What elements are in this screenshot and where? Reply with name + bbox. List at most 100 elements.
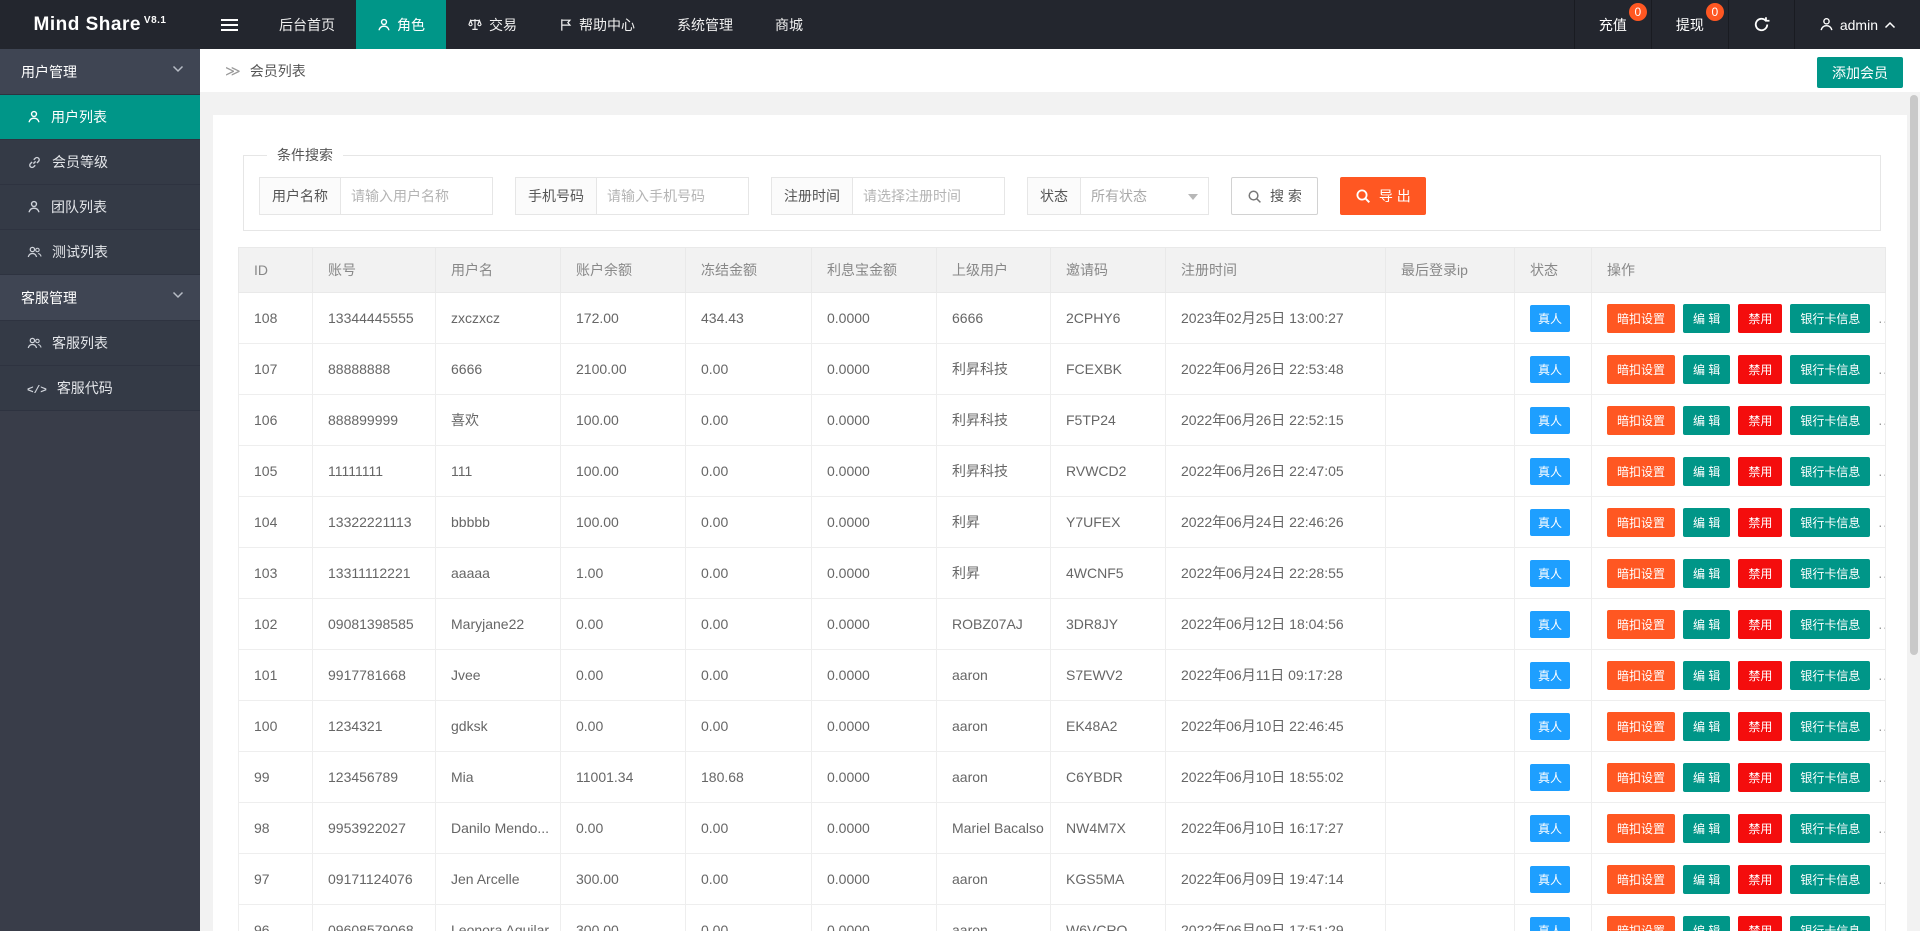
- status-badge[interactable]: 真人: [1530, 407, 1570, 434]
- status-badge[interactable]: 真人: [1530, 917, 1570, 931]
- sidebar-group-用户管理[interactable]: 用户管理: [0, 49, 200, 95]
- hidden-deduction-settings-button[interactable]: 暗扣设置: [1607, 610, 1675, 639]
- edit-button[interactable]: 编 辑: [1683, 661, 1730, 690]
- nav-item-商城[interactable]: 商城: [754, 0, 824, 49]
- more-actions[interactable]: ...: [1878, 616, 1885, 632]
- disable-button[interactable]: 禁用: [1738, 559, 1782, 588]
- disable-button[interactable]: 禁用: [1738, 304, 1782, 333]
- hidden-deduction-settings-button[interactable]: 暗扣设置: [1607, 355, 1675, 384]
- more-actions[interactable]: ...: [1878, 463, 1885, 479]
- bank-card-info-button[interactable]: 银行卡信息: [1790, 406, 1870, 435]
- hidden-deduction-settings-button[interactable]: 暗扣设置: [1607, 304, 1675, 333]
- search-field-input-1[interactable]: [597, 177, 749, 215]
- hidden-deduction-settings-button[interactable]: 暗扣设置: [1607, 865, 1675, 894]
- status-select[interactable]: 所有状态: [1081, 177, 1209, 215]
- status-badge[interactable]: 真人: [1530, 764, 1570, 791]
- more-actions[interactable]: ...: [1878, 718, 1885, 734]
- status-badge[interactable]: 真人: [1530, 866, 1570, 893]
- edit-button[interactable]: 编 辑: [1683, 457, 1730, 486]
- edit-button[interactable]: 编 辑: [1683, 304, 1730, 333]
- hidden-deduction-settings-button[interactable]: 暗扣设置: [1607, 916, 1675, 931]
- disable-button[interactable]: 禁用: [1738, 661, 1782, 690]
- edit-button[interactable]: 编 辑: [1683, 610, 1730, 639]
- nav-item-角色[interactable]: 角色: [356, 0, 446, 49]
- bank-card-info-button[interactable]: 银行卡信息: [1790, 355, 1870, 384]
- disable-button[interactable]: 禁用: [1738, 814, 1782, 843]
- more-actions[interactable]: ...: [1878, 820, 1885, 836]
- edit-button[interactable]: 编 辑: [1683, 916, 1730, 931]
- edit-button[interactable]: 编 辑: [1683, 559, 1730, 588]
- disable-button[interactable]: 禁用: [1738, 763, 1782, 792]
- bank-card-info-button[interactable]: 银行卡信息: [1790, 865, 1870, 894]
- hidden-deduction-settings-button[interactable]: 暗扣设置: [1607, 457, 1675, 486]
- bank-card-info-button[interactable]: 银行卡信息: [1790, 508, 1870, 537]
- sidebar-item-会员等级[interactable]: 会员等级: [0, 140, 200, 185]
- sidebar-item-客服列表[interactable]: 客服列表: [0, 321, 200, 366]
- hidden-deduction-settings-button[interactable]: 暗扣设置: [1607, 406, 1675, 435]
- hidden-deduction-settings-button[interactable]: 暗扣设置: [1607, 814, 1675, 843]
- edit-button[interactable]: 编 辑: [1683, 865, 1730, 894]
- edit-button[interactable]: 编 辑: [1683, 508, 1730, 537]
- status-badge[interactable]: 真人: [1530, 305, 1570, 332]
- search-field-input-0[interactable]: [341, 177, 493, 215]
- bank-card-info-button[interactable]: 银行卡信息: [1790, 763, 1870, 792]
- nav-item-系统管理[interactable]: 系统管理: [656, 0, 754, 49]
- sidebar-item-团队列表[interactable]: 团队列表: [0, 185, 200, 230]
- sidebar-item-用户列表[interactable]: 用户列表: [0, 95, 200, 140]
- more-actions[interactable]: ...: [1878, 412, 1885, 428]
- more-actions[interactable]: ...: [1878, 361, 1885, 377]
- export-button[interactable]: 导 出: [1340, 177, 1426, 215]
- vertical-scrollbar[interactable]: [1910, 95, 1918, 655]
- edit-button[interactable]: 编 辑: [1683, 763, 1730, 792]
- status-badge[interactable]: 真人: [1530, 458, 1570, 485]
- edit-button[interactable]: 编 辑: [1683, 406, 1730, 435]
- hidden-deduction-settings-button[interactable]: 暗扣设置: [1607, 661, 1675, 690]
- disable-button[interactable]: 禁用: [1738, 865, 1782, 894]
- edit-button[interactable]: 编 辑: [1683, 814, 1730, 843]
- bank-card-info-button[interactable]: 银行卡信息: [1790, 814, 1870, 843]
- bank-card-info-button[interactable]: 银行卡信息: [1790, 559, 1870, 588]
- sidebar-item-测试列表[interactable]: 测试列表: [0, 230, 200, 275]
- nav-item-交易[interactable]: 交易: [446, 0, 538, 49]
- disable-button[interactable]: 禁用: [1738, 406, 1782, 435]
- search-button[interactable]: 搜 索: [1231, 177, 1318, 215]
- sidebar-item-客服代码[interactable]: </>客服代码: [0, 366, 200, 411]
- edit-button[interactable]: 编 辑: [1683, 355, 1730, 384]
- status-badge[interactable]: 真人: [1530, 509, 1570, 536]
- status-badge[interactable]: 真人: [1530, 662, 1570, 689]
- disable-button[interactable]: 禁用: [1738, 355, 1782, 384]
- more-actions[interactable]: ...: [1878, 514, 1885, 530]
- bank-card-info-button[interactable]: 银行卡信息: [1790, 457, 1870, 486]
- bank-card-info-button[interactable]: 银行卡信息: [1790, 661, 1870, 690]
- hidden-deduction-settings-button[interactable]: 暗扣设置: [1607, 508, 1675, 537]
- user-menu[interactable]: admin: [1794, 0, 1920, 49]
- status-badge[interactable]: 真人: [1530, 356, 1570, 383]
- hidden-deduction-settings-button[interactable]: 暗扣设置: [1607, 559, 1675, 588]
- bank-card-info-button[interactable]: 银行卡信息: [1790, 916, 1870, 931]
- status-badge[interactable]: 真人: [1530, 611, 1570, 638]
- add-member-button[interactable]: 添加会员: [1817, 57, 1903, 88]
- more-actions[interactable]: ...: [1878, 871, 1885, 887]
- nav-item-帮助中心[interactable]: 帮助中心: [538, 0, 656, 49]
- hidden-deduction-settings-button[interactable]: 暗扣设置: [1607, 712, 1675, 741]
- more-actions[interactable]: ...: [1878, 922, 1885, 931]
- status-badge[interactable]: 真人: [1530, 560, 1570, 587]
- disable-button[interactable]: 禁用: [1738, 457, 1782, 486]
- more-actions[interactable]: ...: [1878, 565, 1885, 581]
- disable-button[interactable]: 禁用: [1738, 610, 1782, 639]
- more-actions[interactable]: ...: [1878, 667, 1885, 683]
- nav-item-后台首页[interactable]: 后台首页: [258, 0, 356, 49]
- disable-button[interactable]: 禁用: [1738, 712, 1782, 741]
- more-actions[interactable]: ...: [1878, 769, 1885, 785]
- sidebar-collapse-icon[interactable]: [200, 0, 258, 49]
- refresh-button[interactable]: [1728, 0, 1794, 49]
- recharge-nav-item[interactable]: 充值 0: [1574, 0, 1651, 49]
- more-actions[interactable]: ...: [1878, 310, 1885, 326]
- sidebar-group-客服管理[interactable]: 客服管理: [0, 275, 200, 321]
- bank-card-info-button[interactable]: 银行卡信息: [1790, 610, 1870, 639]
- status-badge[interactable]: 真人: [1530, 815, 1570, 842]
- bank-card-info-button[interactable]: 银行卡信息: [1790, 304, 1870, 333]
- status-badge[interactable]: 真人: [1530, 713, 1570, 740]
- bank-card-info-button[interactable]: 银行卡信息: [1790, 712, 1870, 741]
- disable-button[interactable]: 禁用: [1738, 508, 1782, 537]
